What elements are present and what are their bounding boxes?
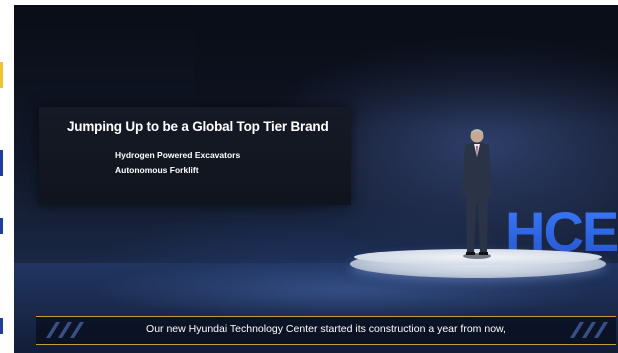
right-chevron-decoration: [570, 322, 608, 338]
subtitle-caption: Our new Hyundai Technology Center starte…: [146, 323, 506, 335]
screen-title: Jumping Up to be a Global Top Tier Brand: [67, 119, 329, 134]
presenter-figure: [462, 129, 492, 259]
left-edge-strip: [0, 0, 14, 353]
screen-item-1: Hydrogen Powered Excavators: [115, 150, 241, 160]
strip-mark-blue-2: [0, 218, 3, 234]
strip-mark-yellow: [0, 62, 3, 88]
strip-mark-blue: [0, 150, 3, 176]
subtitle-banner: Our new Hyundai Technology Center starte…: [36, 316, 616, 345]
hce-backdrop-logo: HCE: [505, 205, 618, 255]
hce-logo-text: HCE: [505, 205, 618, 255]
video-frame: Jumping Up to be a Global Top Tier Brand…: [14, 5, 618, 353]
screen-item-2: Autonomous Forklift: [115, 165, 199, 175]
stage-presentation-screen: Jumping Up to be a Global Top Tier Brand…: [39, 107, 351, 205]
strip-mark-blue-3: [0, 318, 3, 334]
